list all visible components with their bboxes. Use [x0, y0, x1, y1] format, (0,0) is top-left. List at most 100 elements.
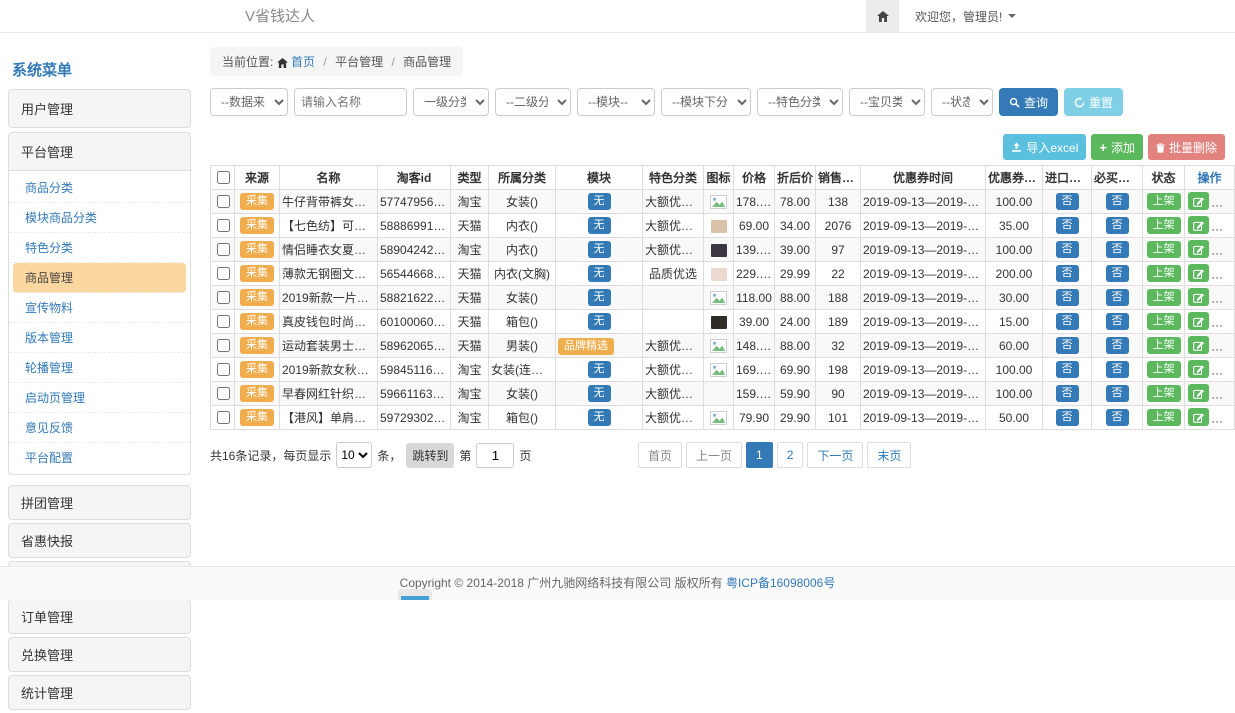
status-badge[interactable]: 上架 [1147, 289, 1181, 306]
must-buy-toggle[interactable]: 否 [1106, 265, 1129, 282]
row-checkbox[interactable] [217, 363, 230, 376]
pager-button[interactable]: 上一页 [686, 442, 742, 468]
import-toggle[interactable]: 否 [1056, 385, 1079, 402]
coupon-amount-cell: 50.00 [986, 406, 1043, 430]
edit-button[interactable] [1188, 408, 1209, 426]
import-toggle[interactable]: 否 [1056, 193, 1079, 210]
pager-button[interactable]: 末页 [867, 442, 911, 468]
row-checkbox[interactable] [217, 291, 230, 304]
sidebar-submenu-item[interactable]: 商品管理 [13, 263, 186, 293]
status-badge[interactable]: 上架 [1147, 265, 1181, 282]
module-subcategory-filter[interactable]: --模块下分类-- [661, 88, 751, 116]
import-toggle[interactable]: 否 [1056, 337, 1079, 354]
import-toggle[interactable]: 否 [1056, 217, 1079, 234]
must-buy-toggle[interactable]: 否 [1106, 241, 1129, 258]
jump-to-page-button[interactable]: 跳转到 [406, 443, 454, 468]
add-button[interactable]: + 添加 [1091, 134, 1143, 160]
edit-button[interactable] [1188, 312, 1209, 330]
taoke-id-cell: 598451162391 [378, 358, 451, 382]
status-badge[interactable]: 上架 [1147, 409, 1181, 426]
select-all-checkbox[interactable] [217, 171, 230, 184]
edit-button[interactable] [1188, 384, 1209, 402]
sidebar-submenu-item[interactable]: 宣传物料 [9, 293, 190, 323]
status-badge[interactable]: 上架 [1147, 361, 1181, 378]
import-excel-button[interactable]: 导入excel [1003, 134, 1086, 160]
must-buy-toggle[interactable]: 否 [1106, 217, 1129, 234]
edit-button[interactable] [1188, 360, 1209, 378]
pager-button[interactable]: 2 [777, 442, 804, 468]
status-badge[interactable]: 上架 [1147, 217, 1181, 234]
must-buy-toggle[interactable]: 否 [1106, 385, 1129, 402]
edit-button[interactable] [1188, 264, 1209, 282]
must-buy-toggle[interactable]: 否 [1106, 409, 1129, 426]
edit-button[interactable] [1188, 288, 1209, 306]
sidebar-submenu-item[interactable]: 平台配置 [9, 443, 190, 472]
status-badge[interactable]: 上架 [1147, 337, 1181, 354]
sidebar-submenu-item[interactable]: 轮播管理 [9, 353, 190, 383]
user-menu[interactable]: 欢迎您，管理员! [915, 8, 1016, 25]
must-buy-toggle[interactable]: 否 [1106, 193, 1129, 210]
edit-button[interactable] [1188, 216, 1209, 234]
import-toggle[interactable]: 否 [1056, 313, 1079, 330]
back-to-top-button[interactable] [398, 589, 432, 600]
pager-button[interactable]: 下一页 [807, 442, 863, 468]
page-number-input[interactable] [476, 443, 514, 468]
import-toggle[interactable]: 否 [1056, 409, 1079, 426]
must-buy-toggle[interactable]: 否 [1106, 337, 1129, 354]
sidebar-submenu-item[interactable]: 意见反馈 [9, 413, 190, 443]
edit-button[interactable] [1188, 192, 1209, 210]
module-none-badge: 无 [588, 193, 611, 210]
sidebar-submenu-item[interactable]: 特色分类 [9, 233, 190, 263]
data-source-filter[interactable]: --数据来源-- [210, 88, 288, 116]
sidebar-group-item[interactable]: 省惠快报 [8, 523, 191, 558]
status-badge[interactable]: 上架 [1147, 193, 1181, 210]
sidebar-group-item[interactable]: 兑换管理 [8, 637, 191, 672]
icp-link[interactable]: 粤ICP备16098006号 [726, 576, 835, 590]
sidebar-group-item[interactable]: 订单管理 [8, 599, 191, 634]
row-checkbox[interactable] [217, 219, 230, 232]
feature-category-filter[interactable]: --特色分类-- [757, 88, 843, 116]
edit-button[interactable] [1188, 240, 1209, 258]
level1-category-filter[interactable]: 一级分类 [413, 88, 489, 116]
row-checkbox[interactable] [217, 195, 230, 208]
level2-category-filter[interactable]: --二级分类-- [495, 88, 571, 116]
sidebar-group-item[interactable]: 拼团管理 [8, 485, 191, 520]
sidebar-submenu-item[interactable]: 商品分类 [9, 173, 190, 203]
sidebar-submenu-item[interactable]: 模块商品分类 [9, 203, 190, 233]
import-toggle[interactable]: 否 [1056, 289, 1079, 306]
sidebar-submenu-item[interactable]: 启动页管理 [9, 383, 190, 413]
batch-delete-button[interactable]: 批量删除 [1148, 134, 1225, 160]
reset-button[interactable]: 重置 [1064, 88, 1123, 116]
row-checkbox[interactable] [217, 315, 230, 328]
sidebar-group-item[interactable]: 统计管理 [8, 675, 191, 710]
status-filter[interactable]: --状态-- [931, 88, 993, 116]
sidebar-submenu-item[interactable]: 版本管理 [9, 323, 190, 353]
sidebar-group-item[interactable]: 用户管理 [8, 89, 191, 128]
row-checkbox[interactable] [217, 339, 230, 352]
pager-button[interactable]: 1 [746, 442, 773, 468]
search-button[interactable]: 查询 [999, 88, 1058, 116]
module-filter[interactable]: --模块-- [577, 88, 655, 116]
row-checkbox[interactable] [217, 243, 230, 256]
edit-button[interactable] [1188, 336, 1209, 354]
name-search-input[interactable] [294, 88, 407, 116]
import-toggle[interactable]: 否 [1056, 265, 1079, 282]
import-toggle[interactable]: 否 [1056, 361, 1079, 378]
item-type-filter[interactable]: --宝贝类型-- [849, 88, 925, 116]
row-checkbox[interactable] [217, 411, 230, 424]
pager-button[interactable]: 首页 [638, 442, 682, 468]
status-badge[interactable]: 上架 [1147, 385, 1181, 402]
status-badge[interactable]: 上架 [1147, 241, 1181, 258]
feature-cell [643, 286, 704, 310]
per-page-select[interactable]: 10 [336, 442, 372, 468]
sidebar-group-item[interactable]: 平台管理 [8, 132, 191, 171]
import-toggle[interactable]: 否 [1056, 241, 1079, 258]
nav-home-button[interactable] [866, 0, 899, 32]
must-buy-toggle[interactable]: 否 [1106, 289, 1129, 306]
breadcrumb-home-link[interactable]: 首页 [291, 55, 315, 69]
must-buy-toggle[interactable]: 否 [1106, 361, 1129, 378]
row-checkbox[interactable] [217, 267, 230, 280]
status-badge[interactable]: 上架 [1147, 313, 1181, 330]
must-buy-toggle[interactable]: 否 [1106, 313, 1129, 330]
row-checkbox[interactable] [217, 387, 230, 400]
